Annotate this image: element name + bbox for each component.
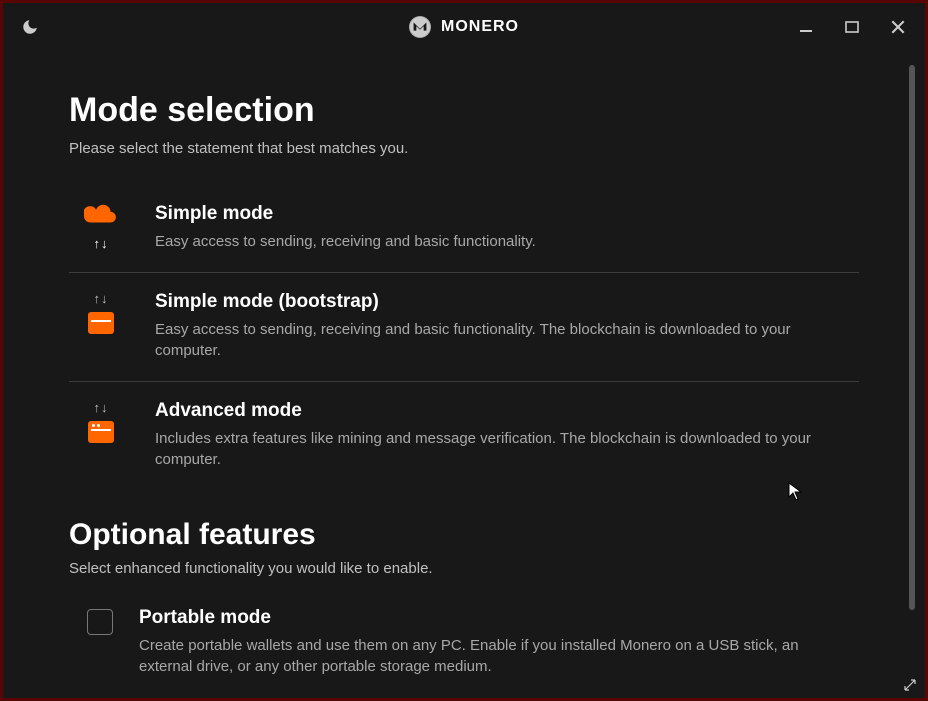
mode-option-advanced[interactable]: ↑↓ Advanced mode Includes extra features… bbox=[69, 381, 859, 490]
mode-title: Advanced mode bbox=[155, 400, 853, 422]
app-window: MONERO Mode selection Please select the … bbox=[3, 3, 925, 698]
sync-arrows-icon: ↑↓ bbox=[94, 400, 109, 415]
app-name: MONERO bbox=[441, 18, 519, 36]
theme-toggle-icon[interactable] bbox=[21, 18, 39, 36]
content-area: Mode selection Please select the stateme… bbox=[3, 51, 925, 698]
scrollbar[interactable] bbox=[909, 65, 915, 610]
resize-handle-icon[interactable] bbox=[903, 678, 917, 692]
server-icon bbox=[88, 312, 114, 334]
page-title: Mode selection bbox=[69, 91, 859, 130]
mode-desc: Easy access to sending, receiving and ba… bbox=[155, 231, 853, 252]
sync-arrows-icon: ↑↓ bbox=[94, 291, 109, 306]
mode-title: Simple mode (bootstrap) bbox=[155, 291, 853, 313]
mode-desc: Includes extra features like mining and … bbox=[155, 428, 853, 470]
maximize-button[interactable] bbox=[843, 18, 861, 36]
mode-desc: Easy access to sending, receiving and ba… bbox=[155, 319, 853, 361]
server-icon bbox=[88, 421, 114, 443]
portable-desc: Create portable wallets and use them on … bbox=[139, 635, 853, 677]
portable-mode-checkbox[interactable] bbox=[87, 609, 113, 635]
sync-arrows-icon: ↑↓ bbox=[94, 236, 109, 251]
monero-logo-icon bbox=[409, 16, 431, 38]
portable-title: Portable mode bbox=[139, 607, 853, 629]
optional-heading: Optional features bbox=[69, 518, 859, 552]
minimize-button[interactable] bbox=[797, 18, 815, 36]
portable-mode-row: Portable mode Create portable wallets an… bbox=[69, 591, 859, 697]
mode-title: Simple mode bbox=[155, 203, 853, 225]
optional-subtitle: Select enhanced functionality you would … bbox=[69, 560, 859, 577]
mode-option-simple[interactable]: ↑↓ Simple mode Easy access to sending, r… bbox=[69, 185, 859, 272]
mode-option-bootstrap[interactable]: ↑↓ Simple mode (bootstrap) Easy access t… bbox=[69, 272, 859, 381]
close-button[interactable] bbox=[889, 18, 907, 36]
cloud-icon bbox=[84, 203, 118, 230]
titlebar: MONERO bbox=[3, 3, 925, 51]
page-subtitle: Please select the statement that best ma… bbox=[69, 140, 859, 157]
